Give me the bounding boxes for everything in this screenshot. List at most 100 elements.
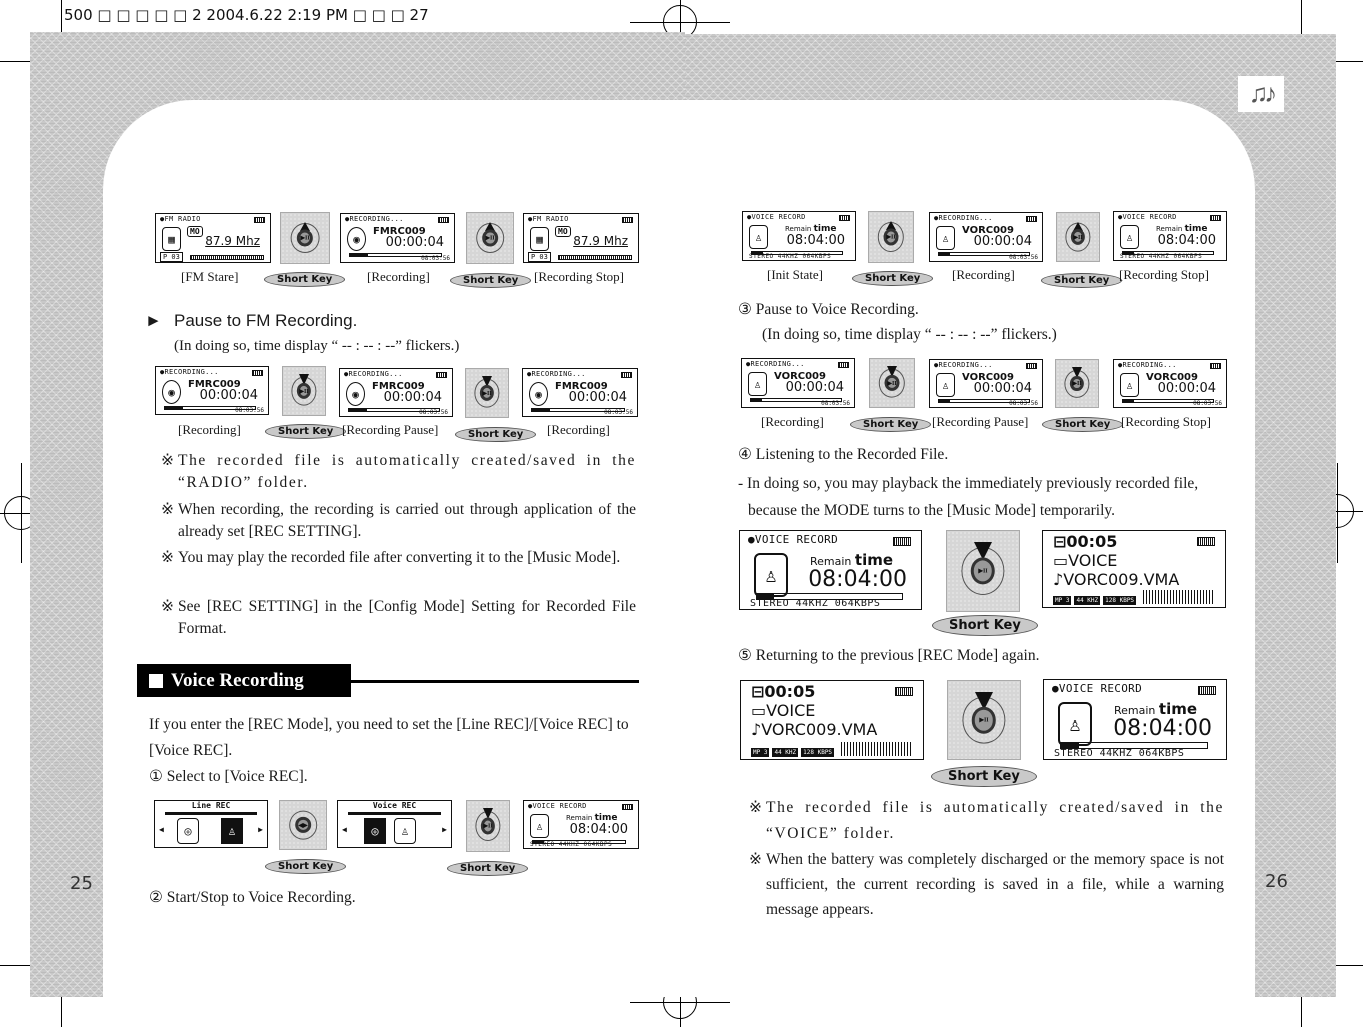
microphone-icon: ♙ xyxy=(1058,702,1092,746)
track-name: ♪VORC009.VMA xyxy=(1053,570,1179,589)
microphone-icon: ♙ xyxy=(749,225,768,249)
crop-mark xyxy=(21,463,22,563)
audio-format: STEREO 44KHZ 064KBPS xyxy=(1054,748,1185,759)
radio-icon: ▦ xyxy=(162,227,181,251)
battery-icon xyxy=(438,217,449,223)
elapsed-time-value: 00:05 xyxy=(764,682,816,701)
lcd-voice-record-screen: ●VOICE RECORD ♙ Remain time 08:04:00 STE… xyxy=(523,800,639,849)
folder-icon: ▭ xyxy=(1053,551,1069,570)
bitrate-badge: 128 KBPS xyxy=(801,748,835,757)
caption: [Recording] xyxy=(547,422,610,437)
note: ※ The recorded file is automatically crea… xyxy=(161,450,636,494)
microphone-icon: ♙ xyxy=(530,814,549,838)
remaining-time: 08:03:56 xyxy=(821,400,850,407)
play-mode-icon: ⊟ xyxy=(1053,532,1067,551)
record-icon: ◉ xyxy=(347,227,366,251)
folder-name: ▭VOICE xyxy=(1053,551,1117,570)
remaining-time: 08:03:56 xyxy=(421,255,450,262)
caption: [Init State] xyxy=(767,267,823,282)
remaining-time: 08:03:56 xyxy=(1009,400,1038,407)
section-heading-text: Voice Recording xyxy=(171,669,304,691)
elapsed-time: 00:00:04 xyxy=(973,381,1032,396)
lcd-voice-record-screen: ●VOICE RECORD ♙ Remain time 08:04:00 STE… xyxy=(1113,211,1227,261)
bitrate-badge: 128 KBPS xyxy=(1103,596,1137,605)
short-key-label: Short Key xyxy=(265,859,347,874)
crop-mark xyxy=(1337,463,1338,563)
track-name-value: VORC009.VMA xyxy=(1063,570,1180,589)
lcd-status: ●RECORDING... xyxy=(160,368,219,376)
print-slug-header: 500 □ □ □ □ □ 2 2004.6.22 2:19 PM □ □ □ … xyxy=(64,6,429,24)
play-pause-knob: ▶II xyxy=(883,228,899,246)
music-notes-icon: ♫♪ xyxy=(1238,76,1284,112)
triangle-bullet-icon: ► xyxy=(145,311,162,330)
voice-intro: If you enter the [REC Mode], you need to… xyxy=(149,716,629,759)
battery-icon xyxy=(622,804,633,810)
caption: [Recording] xyxy=(952,267,1015,282)
remain-label: Remain xyxy=(785,225,812,233)
microphone-icon: ♙ xyxy=(936,226,955,250)
elapsed-time: 00:00:04 xyxy=(785,380,844,395)
lcd-status: ●RECORDING... xyxy=(1118,361,1177,369)
arrow-right-icon: ▶ xyxy=(258,825,263,834)
caption: [Recording] xyxy=(178,422,241,437)
lcd-music-player-screen: ⊟00:05 ▭VOICE ♪VORC009.VMA MP 3 44 KHZ 1… xyxy=(1042,530,1226,608)
record-icon: ◉ xyxy=(529,382,548,406)
short-key-badge: Short Key xyxy=(1041,271,1123,288)
caption: [Recording Pause] xyxy=(342,422,439,437)
short-key-badge: Short Key xyxy=(931,766,1037,787)
folder-icon: ▭ xyxy=(751,701,767,720)
play-pause-knob: ◀▶ xyxy=(295,816,311,834)
remaining-time: 08:04:00 xyxy=(808,567,907,592)
battery-icon xyxy=(893,537,911,546)
battery-icon xyxy=(621,372,632,378)
lcd-voice-record-screen: ●VOICE RECORD ♙ Remain time 08:04:00 STE… xyxy=(742,211,856,261)
preset-number: P 03 xyxy=(160,252,183,262)
tuner-scale xyxy=(190,255,264,260)
step-1: ① Select to [Voice REC]. xyxy=(149,768,308,785)
format-badges: MP 3 44 KHZ 128 KBPS xyxy=(751,748,835,757)
elapsed-time: 00:00:04 xyxy=(568,390,627,405)
battery-icon xyxy=(1210,363,1221,369)
short-key-badge: Short Key xyxy=(932,615,1038,636)
step-2: ② Start/Stop to Voice Recording. xyxy=(149,889,356,906)
arrow-left-icon: ◀ xyxy=(342,825,347,834)
elapsed-time-value: 00:05 xyxy=(1066,532,1118,551)
short-key-label: Short Key xyxy=(455,427,537,442)
short-key-label: Short Key xyxy=(931,766,1037,787)
lcd-line-rec-menu: Line REC ◀ ◎ ♙ ▶ xyxy=(154,800,268,848)
folder-name-value: VOICE xyxy=(1068,551,1118,570)
elapsed-time: 00:00:04 xyxy=(1157,381,1216,396)
caption: [Recording] xyxy=(367,269,430,284)
frequency: 87.9 Mhz xyxy=(573,234,628,248)
remote-key-image: ▶II xyxy=(1056,212,1100,262)
progress-fill xyxy=(350,254,369,256)
mono-badge: MO xyxy=(555,226,571,237)
reference-mark-icon: ※ xyxy=(749,851,762,868)
short-key-badge: Short Key xyxy=(455,425,537,442)
microphone-icon: ♙ xyxy=(754,553,788,597)
remaining-time: 08:04:00 xyxy=(1113,716,1212,741)
menu-title: Voice REC xyxy=(372,801,417,810)
audio-format: STEREO 44KHZ 064KBPS xyxy=(530,841,613,848)
lcd-voice-record-screen-large: ●VOICE RECORD ♙ Remain time 08:04:00 STE… xyxy=(1043,679,1227,760)
section-rule xyxy=(351,680,639,683)
level-meter xyxy=(1143,590,1213,604)
pause-fm-subtitle: (In doing so, time display “ -- : -- : -… xyxy=(174,338,460,354)
remote-key-image: ◀▶ xyxy=(279,800,327,850)
lcd-recording-screen: ●RECORDING... ◉ FMRC009 00:00:04 08:03:5… xyxy=(155,366,269,415)
elapsed-time: ⊟00:05 xyxy=(751,682,815,701)
record-icon: ◉ xyxy=(162,380,181,404)
elapsed-time: ⊟00:05 xyxy=(1053,532,1117,551)
battery-icon xyxy=(1026,363,1037,369)
microphone-icon: ♙ xyxy=(1120,225,1139,249)
mono-badge: MO xyxy=(187,226,203,237)
audio-format: STEREO 44KHZ 064KBPS xyxy=(750,598,881,609)
battery-icon xyxy=(252,370,263,376)
battery-icon xyxy=(838,362,849,368)
battery-icon xyxy=(895,687,913,696)
battery-icon xyxy=(1210,215,1221,221)
short-key-badge: Short Key xyxy=(265,857,347,874)
sample-rate-badge: 44 KHZ xyxy=(1074,596,1101,605)
note-text: The recorded file is automatically creat… xyxy=(766,799,1224,842)
caption: [FM Stare] xyxy=(181,269,239,284)
